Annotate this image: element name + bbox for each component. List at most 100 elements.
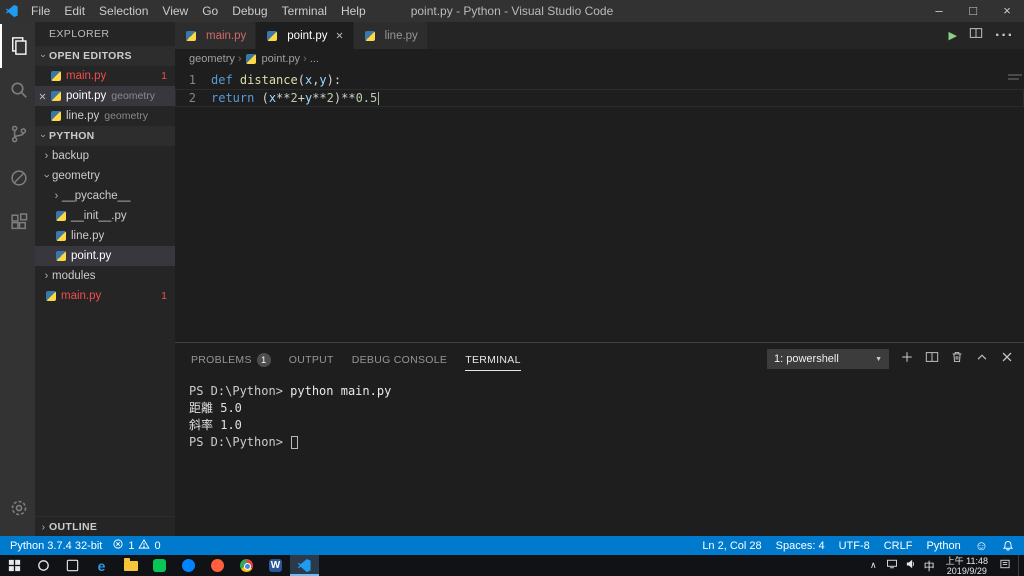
open-editor-item[interactable]: main.py 1: [35, 66, 175, 86]
breadcrumb-item[interactable]: point.py: [262, 53, 301, 65]
minimize-button[interactable]: –: [922, 0, 956, 22]
breadcrumb-item[interactable]: ...: [310, 53, 319, 65]
tree-item-geometry[interactable]: › geometry: [35, 166, 175, 186]
explorer-sidebar: EXPLORER › OPEN EDITORS main.py 1 point.py…: [35, 22, 175, 536]
tree-item-backup[interactable]: › backup: [35, 146, 175, 166]
taskbar-edge[interactable]: e: [87, 555, 116, 576]
split-editor-button[interactable]: [969, 26, 983, 45]
menu-help[interactable]: Help: [334, 0, 373, 22]
menu-go[interactable]: Go: [195, 0, 225, 22]
code-editor[interactable]: 1 def distance(x,y): 2 return (x**2+y**2)*…: [175, 69, 1024, 342]
tab-point-py[interactable]: point.py: [256, 22, 354, 49]
activity-debug[interactable]: [0, 156, 35, 200]
code-line[interactable]: 2 return (x**2+y**2)**0.5: [175, 89, 1024, 107]
code-line[interactable]: 1 def distance(x,y):: [175, 71, 1024, 89]
tree-item-point-py[interactable]: point.py: [35, 246, 175, 266]
code-token: +: [297, 91, 305, 105]
more-actions-button[interactable]: ···: [995, 27, 1014, 45]
notifications-bell-icon[interactable]: [1002, 540, 1014, 552]
code-token: def: [211, 73, 233, 87]
taskbar-chrome[interactable]: [232, 555, 261, 576]
activity-settings[interactable]: [0, 486, 35, 530]
tree-item-modules[interactable]: › modules: [35, 266, 175, 286]
split-terminal-button[interactable]: [925, 350, 939, 369]
menu-terminal[interactable]: Terminal: [275, 0, 334, 22]
menu-bar: File Edit Selection View Go Debug Terminal Help: [24, 0, 373, 22]
workspace-header[interactable]: › PYTHON: [35, 126, 175, 146]
panel-tab-problems[interactable]: PROBLEMS 1: [191, 347, 271, 372]
status-spaces[interactable]: Spaces: 4: [776, 540, 825, 552]
tab-main-py[interactable]: main.py: [175, 22, 257, 49]
display-icon[interactable]: [886, 557, 898, 575]
menu-view[interactable]: View: [155, 0, 195, 22]
tray-chevron-up-icon[interactable]: ∧: [868, 560, 879, 571]
panel-tab-output[interactable]: OUTPUT: [289, 348, 334, 371]
taskbar-app-red[interactable]: [203, 555, 232, 576]
taskbar-word[interactable]: W: [261, 555, 290, 576]
maximize-panel-button[interactable]: [975, 350, 989, 369]
tree-item--init-py[interactable]: __init__.py: [35, 206, 175, 226]
menu-selection[interactable]: Selection: [92, 0, 155, 22]
menu-edit[interactable]: Edit: [57, 0, 92, 22]
taskbar-windows-start[interactable]: [0, 555, 29, 576]
tree-item--pycache-[interactable]: › __pycache__: [35, 186, 175, 206]
tree-item-line-py[interactable]: line.py: [35, 226, 175, 246]
volume-icon[interactable]: [905, 557, 917, 575]
new-terminal-button[interactable]: [900, 350, 914, 369]
workspace-label: PYTHON: [49, 130, 95, 142]
clock[interactable]: 上午 11:48 2019/9/29: [942, 556, 992, 576]
terminal-selector[interactable]: 1: powershell ▼: [767, 349, 889, 369]
panel-tab-terminal[interactable]: TERMINAL: [465, 348, 521, 371]
terminal-output[interactable]: PS D:\Python> python main.py 距離 5.0 斜率 1.0…: [175, 375, 1024, 536]
close-icon[interactable]: [35, 92, 49, 101]
maximize-button[interactable]: □: [956, 0, 990, 22]
code-token: 2: [290, 91, 298, 105]
tree-item-main-py[interactable]: main.py 1: [35, 286, 175, 306]
breadcrumb-item[interactable]: geometry: [189, 53, 235, 65]
open-editors-header[interactable]: › OPEN EDITORS: [35, 46, 175, 66]
activity-extensions[interactable]: [0, 200, 35, 244]
status-utf-8[interactable]: UTF-8: [839, 540, 870, 552]
open-editor-item[interactable]: point.py geometry: [35, 86, 175, 106]
status-python[interactable]: Python: [926, 540, 960, 552]
open-editor-item[interactable]: line.py geometry: [35, 106, 175, 126]
tab-line-py[interactable]: line.py: [353, 22, 428, 49]
kill-terminal-button[interactable]: [950, 350, 964, 369]
edge-icon: e: [97, 557, 106, 574]
taskbar-app-blue[interactable]: [174, 555, 203, 576]
outline-label: OUTLINE: [49, 520, 98, 533]
code-token: return: [211, 91, 255, 105]
code-token: (: [254, 91, 269, 105]
taskbar-search[interactable]: [29, 555, 58, 576]
menu-debug[interactable]: Debug: [225, 0, 274, 22]
editor-area: main.py point.py line.py ▶ ··· geometry › po…: [175, 22, 1024, 536]
activity-files[interactable]: [0, 24, 35, 68]
ime-indicator[interactable]: 中: [924, 558, 935, 574]
activity-search[interactable]: [0, 68, 35, 112]
taskbar-task-view[interactable]: [58, 555, 87, 576]
minimap[interactable]: [1008, 72, 1024, 345]
menu-file[interactable]: File: [24, 0, 57, 22]
show-desktop-button[interactable]: [1018, 555, 1022, 576]
tab-label: line.py: [384, 29, 418, 42]
outline-header[interactable]: › OUTLINE: [35, 516, 175, 536]
taskbar-file-explorer[interactable]: [116, 555, 145, 576]
taskbar-vscode[interactable]: [290, 555, 319, 576]
panel-tab-label: DEBUG CONSOLE: [351, 353, 448, 366]
python-interpreter[interactable]: Python 3.7.4 32-bit: [10, 540, 102, 552]
code-lines: 1 def distance(x,y): 2 return (x**2+y**2)*…: [175, 71, 1024, 107]
feedback-smiley-icon[interactable]: ☺: [975, 539, 988, 552]
status-ln-2-col-28[interactable]: Ln 2, Col 28: [702, 540, 761, 552]
close-panel-button[interactable]: [1000, 350, 1014, 369]
chevron-right-icon: ›: [44, 150, 49, 162]
vscode-icon: [297, 558, 311, 573]
close-icon[interactable]: [335, 31, 344, 40]
panel-tab-debug-console[interactable]: DEBUG CONSOLE: [352, 348, 448, 371]
activity-source-control[interactable]: [0, 112, 35, 156]
close-button[interactable]: ×: [990, 0, 1024, 22]
taskbar-app-green[interactable]: [145, 555, 174, 576]
run-button[interactable]: ▶: [949, 29, 957, 42]
problems-status[interactable]: 1 0: [112, 538, 161, 553]
action-center-icon[interactable]: [999, 557, 1011, 575]
status-crlf[interactable]: CRLF: [884, 540, 913, 552]
